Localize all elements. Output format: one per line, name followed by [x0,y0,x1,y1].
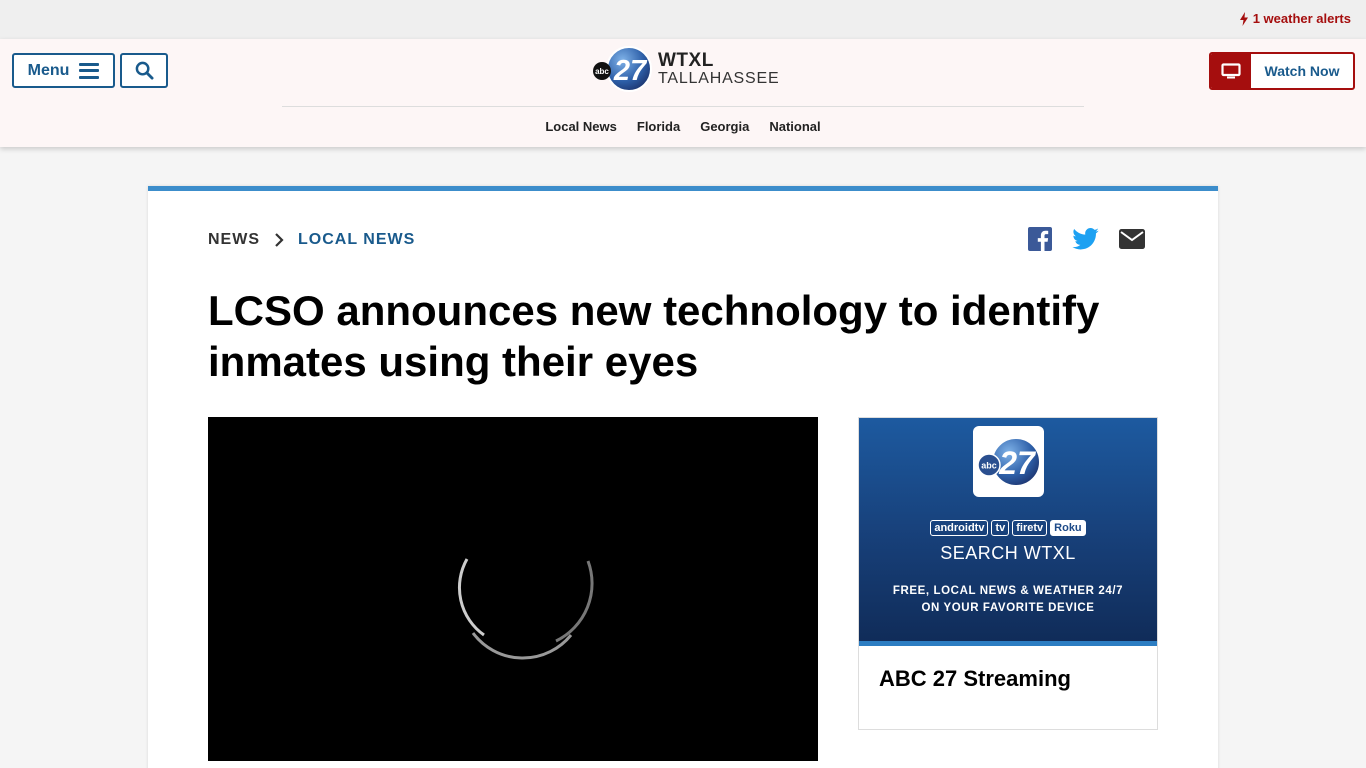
site-header: Menu abc 27 WTXL TALLAHASSEE Local News … [0,39,1366,147]
svg-text:abc: abc [595,67,609,76]
chevron-right-icon [270,231,288,249]
breadcrumb-local-news[interactable]: LOCAL NEWS [298,231,415,249]
lightning-icon [1239,11,1248,26]
weather-alerts-link[interactable]: 1 weather alerts [1239,11,1351,26]
svg-text:27: 27 [998,445,1037,481]
nav-national[interactable]: National [769,119,820,134]
hamburger-icon [79,62,100,79]
breadcrumb: NEWS LOCAL NEWS [208,231,415,249]
search-icon [135,61,154,80]
roku-badge: Roku [1050,520,1086,536]
article-card: NEWS LOCAL NEWS LCSO announces new techn… [148,186,1218,768]
appletv-badge: tv [991,520,1010,536]
promo-tagline: FREE, LOCAL NEWS & WEATHER 24/7 ON YOUR … [859,583,1157,617]
streaming-promo[interactable]: abc 27 androidtv tv firetv Roku SEARCH W… [858,417,1158,730]
header-divider [282,106,1084,107]
main-nav: Local News Florida Georgia National [0,119,1366,134]
nav-local-news[interactable]: Local News [545,119,617,134]
promo-search-text: SEARCH WTXL [940,543,1076,563]
logo-station: WTXL [658,50,714,71]
breadcrumb-news[interactable]: NEWS [208,231,260,249]
alert-bar: 1 weather alerts [0,0,1366,39]
streaming-promo-image: abc 27 androidtv tv firetv Roku SEARCH W… [859,418,1157,646]
menu-button[interactable]: Menu [12,53,115,88]
watch-now-label: Watch Now [1264,63,1340,79]
menu-label: Menu [27,61,70,79]
watch-now-button[interactable]: Watch Now [1209,52,1355,90]
svg-text:abc: abc [981,460,997,470]
email-icon[interactable] [1119,229,1145,254]
nav-florida[interactable]: Florida [637,119,680,134]
station-logo[interactable]: abc 27 WTXL TALLAHASSEE [592,44,782,94]
promo-tagline-2: ON YOUR FAVORITE DEVICE [921,602,1095,614]
video-player[interactable] [208,417,818,761]
promo-tagline-1: FREE, LOCAL NEWS & WEATHER 24/7 [892,585,1124,597]
nav-georgia[interactable]: Georgia [700,119,749,134]
abc27-logo-mark: abc 27 [592,45,654,93]
firetv-badge: firetv [1012,520,1048,536]
androidtv-badge: androidtv [930,520,989,536]
article-headline: LCSO announces new technology to identif… [208,287,1100,385]
promo-title: ABC 27 Streaming [879,666,1071,691]
abc27-promo-logo-icon: abc 27 [973,426,1044,497]
svg-text:27: 27 [613,55,648,87]
twitter-icon[interactable] [1072,228,1099,255]
search-button[interactable] [120,53,168,88]
weather-alerts-text: 1 weather alerts [1252,11,1351,26]
facebook-icon[interactable] [1028,227,1052,256]
tv-icon [1211,54,1251,88]
logo-city: TALLAHASSEE [658,70,780,87]
platform-badges: androidtv tv firetv Roku [859,520,1157,536]
loading-spinner-icon [457,558,594,660]
share-bar [1028,227,1145,256]
